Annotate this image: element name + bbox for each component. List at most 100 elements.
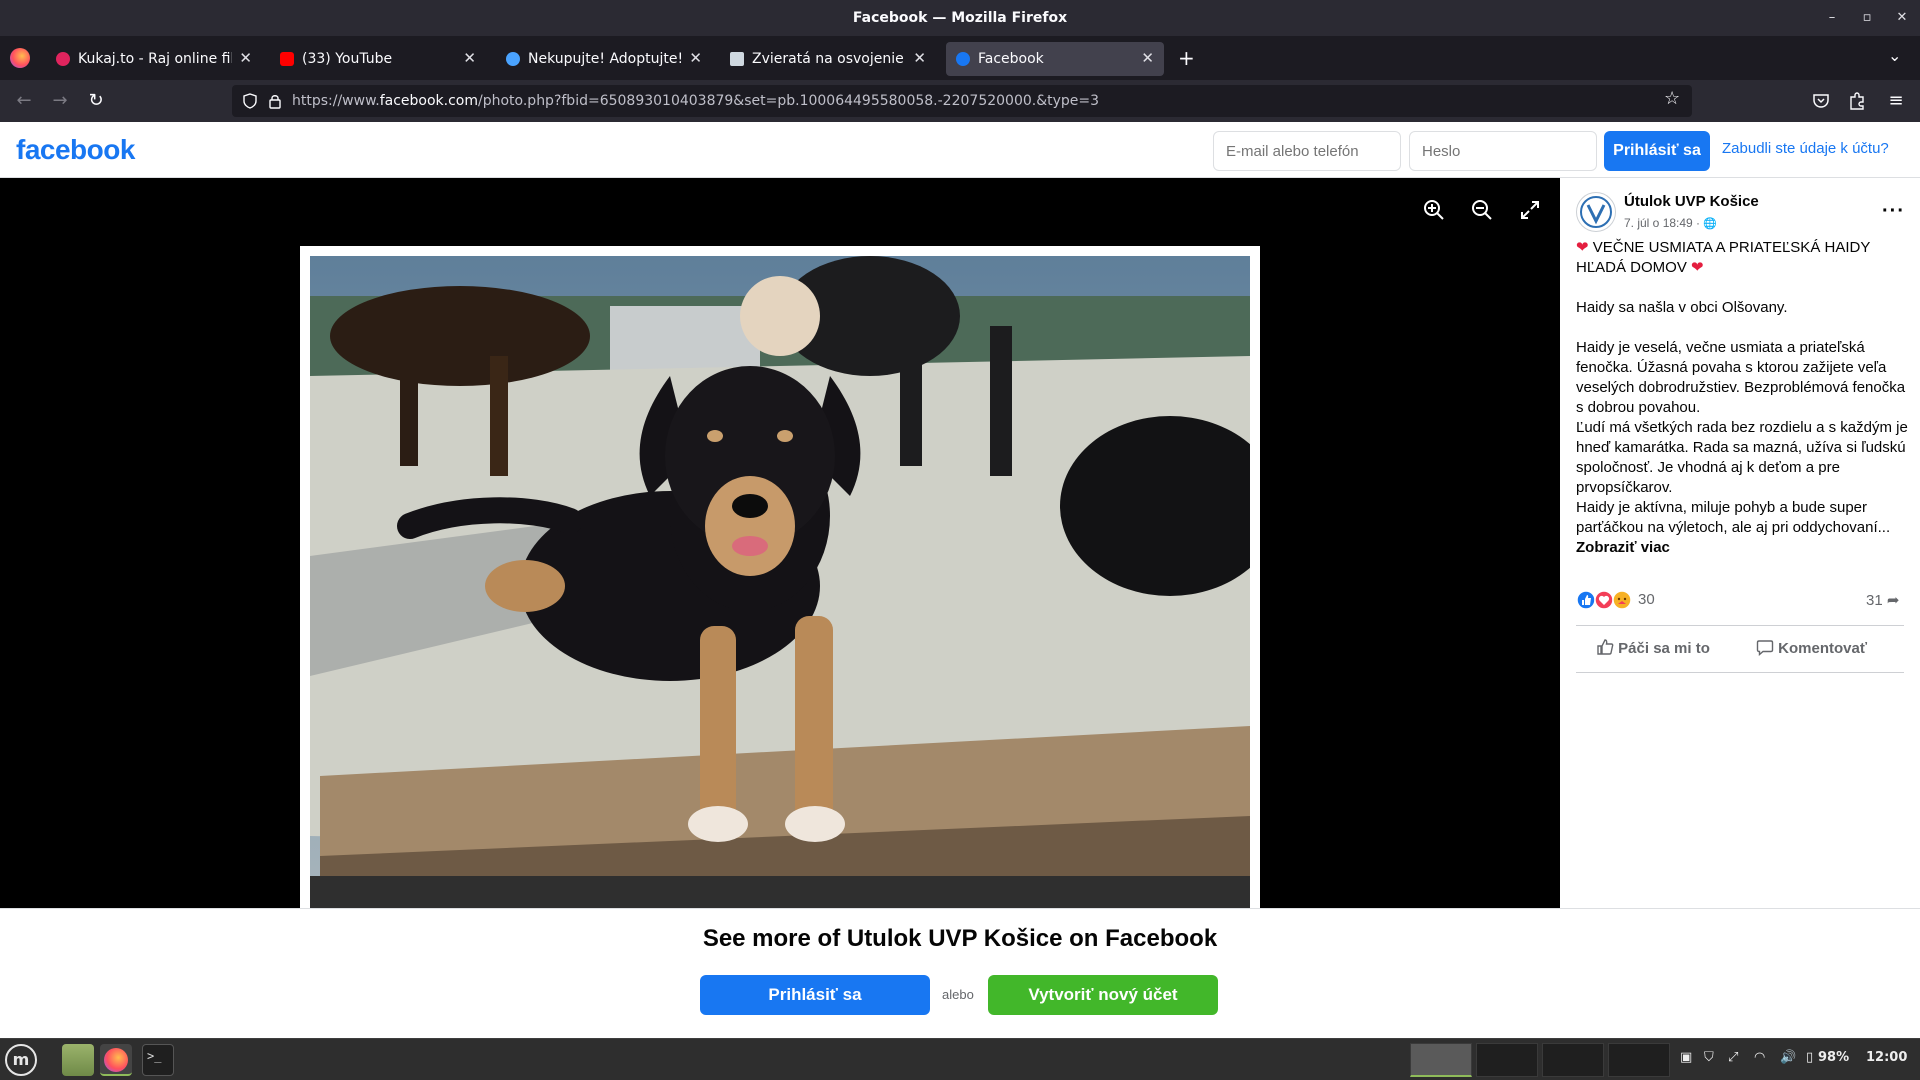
like-button[interactable]: Páči sa mi to bbox=[1596, 638, 1710, 657]
post-paragraph: Haidy je veselá, večne usmiata a priateľ… bbox=[1576, 339, 1906, 416]
show-more-link[interactable]: Zobraziť viac bbox=[1576, 538, 1910, 558]
tab-strip: Kukaj.to - Raj online filmov a seriálov … bbox=[0, 36, 1920, 80]
shield-tray-icon[interactable]: ⛉ bbox=[1704, 1050, 1714, 1065]
photo-viewer bbox=[0, 178, 1560, 908]
battery-percent[interactable]: 98% bbox=[1818, 1050, 1849, 1065]
page-name[interactable]: Útulok UVP Košice bbox=[1624, 193, 1759, 210]
firefox-menu-icon[interactable] bbox=[10, 48, 30, 68]
url-bar[interactable]: https://www.facebook.com/photo.php?fbid=… bbox=[232, 85, 1692, 117]
banner-login-button[interactable]: Prihlásiť sa bbox=[700, 975, 930, 1015]
battery-icon[interactable]: ▯ bbox=[1806, 1050, 1813, 1065]
comment-button[interactable]: Komentovať bbox=[1756, 638, 1867, 657]
clipboard-tray-icon[interactable]: ▣ bbox=[1680, 1050, 1692, 1065]
post-date[interactable]: 7. júl o 18:49 · 🌐 bbox=[1624, 216, 1717, 230]
facebook-header: facebook Prihlásiť sa Zabudli ste údaje … bbox=[0, 122, 1920, 178]
back-icon[interactable]: ← bbox=[12, 89, 36, 113]
tab-youtube[interactable]: (33) YouTube ✕ bbox=[270, 42, 486, 76]
tab-label: Facebook bbox=[978, 51, 1044, 67]
tab-zvierata[interactable]: Zvieratá na osvojenie ✕ bbox=[720, 42, 936, 76]
file-manager-icon[interactable] bbox=[62, 1044, 94, 1076]
reload-icon[interactable]: ↻ bbox=[84, 89, 108, 113]
dog-photo[interactable] bbox=[310, 256, 1250, 908]
reaction-icons[interactable] bbox=[1576, 590, 1636, 610]
maximize-icon[interactable]: ▫ bbox=[1857, 8, 1877, 28]
tab-kukaj[interactable]: Kukaj.to - Raj online filmov a seriálov … bbox=[46, 42, 262, 76]
share-count[interactable]: 31 ➦ bbox=[1866, 591, 1899, 609]
os-taskbar: m >_ ▣ ⛉ ⤢ ◠ 🔊 ▯ 98% 12:00 bbox=[0, 1038, 1920, 1080]
bookmark-star-icon[interactable]: ☆ bbox=[1664, 88, 1680, 109]
tab-facebook[interactable]: Facebook ✕ bbox=[946, 42, 1164, 76]
close-tab-icon[interactable]: ✕ bbox=[913, 49, 926, 67]
heart-icon: ❤ bbox=[1576, 239, 1589, 256]
tab-label: Zvieratá na osvojenie bbox=[752, 51, 904, 67]
workspace-3[interactable] bbox=[1542, 1043, 1604, 1077]
globe-icon: 🌐 bbox=[1703, 218, 1718, 230]
tab-nekupujte[interactable]: Nekupujte! Adoptujte! – Psí útulok ✕ bbox=[496, 42, 712, 76]
post-text: ❤ VEČNE USMIATA A PRIATEĽSKÁ HAIDY HĽADÁ… bbox=[1576, 238, 1910, 558]
list-tabs-chevron-icon[interactable]: ⌄ bbox=[1888, 46, 1901, 65]
update-manager-icon[interactable]: ⤢ bbox=[1728, 1050, 1738, 1065]
email-field[interactable] bbox=[1213, 131, 1401, 171]
hamburger-menu-icon[interactable]: ≡ bbox=[1884, 89, 1908, 113]
share-count-text: 31 bbox=[1866, 592, 1883, 609]
uvp-logo-icon bbox=[1580, 196, 1612, 228]
post-paragraph: Haidy je aktívna, miluje pohyb a bude su… bbox=[1576, 499, 1891, 536]
workspace-4[interactable] bbox=[1608, 1043, 1670, 1077]
window-titlebar: Facebook — Mozilla Firefox – ▫ ✕ bbox=[0, 0, 1920, 36]
shield-icon[interactable] bbox=[242, 93, 258, 109]
post-paragraph: Ľudí má všetkých rada bez rozdielu a s k… bbox=[1576, 419, 1908, 496]
volume-icon[interactable]: 🔊 bbox=[1780, 1050, 1796, 1065]
forward-icon[interactable]: → bbox=[48, 89, 72, 113]
like-label: Páči sa mi to bbox=[1618, 640, 1710, 657]
close-tab-icon[interactable]: ✕ bbox=[239, 49, 252, 67]
comment-icon bbox=[1756, 640, 1774, 657]
kukaj-favicon-icon bbox=[56, 52, 70, 66]
comment-label: Komentovať bbox=[1778, 640, 1868, 657]
close-tab-icon[interactable]: ✕ bbox=[689, 49, 702, 67]
banner-title: See more of Utulok UVP Košice on Faceboo… bbox=[702, 925, 1218, 952]
lock-icon[interactable] bbox=[268, 93, 282, 109]
tab-label: (33) YouTube bbox=[302, 51, 393, 67]
nekupujte-favicon-icon bbox=[506, 52, 520, 66]
zoom-out-icon[interactable] bbox=[1470, 198, 1494, 222]
post-panel: Útulok UVP Košice 7. júl o 18:49 · 🌐 ···… bbox=[1560, 178, 1920, 908]
mint-menu-icon[interactable]: m bbox=[5, 1044, 37, 1076]
network-icon[interactable]: ◠ bbox=[1754, 1050, 1765, 1065]
firefox-taskbar-icon[interactable] bbox=[100, 1044, 132, 1076]
password-field[interactable] bbox=[1409, 131, 1597, 171]
page-avatar[interactable] bbox=[1576, 192, 1616, 232]
close-window-icon[interactable]: ✕ bbox=[1892, 8, 1912, 28]
heart-icon: ❤ bbox=[1691, 259, 1704, 276]
login-button[interactable]: Prihlásiť sa bbox=[1604, 131, 1710, 171]
clock[interactable]: 12:00 bbox=[1866, 1050, 1907, 1065]
workspace-2[interactable] bbox=[1476, 1043, 1538, 1077]
pocket-icon[interactable] bbox=[1812, 92, 1830, 110]
post-date-text: 7. júl o 18:49 · bbox=[1624, 216, 1701, 230]
forgot-account-link[interactable]: Zabudli ste údaje k účtu? bbox=[1722, 140, 1889, 157]
terminal-icon[interactable]: >_ bbox=[142, 1044, 174, 1076]
photo-frame bbox=[300, 246, 1260, 908]
youtube-favicon-icon bbox=[280, 52, 294, 66]
zoom-in-icon[interactable] bbox=[1422, 198, 1446, 222]
new-tab-icon[interactable]: + bbox=[1178, 46, 1195, 70]
close-tab-icon[interactable]: ✕ bbox=[1141, 49, 1154, 67]
workspace-1[interactable] bbox=[1410, 1043, 1472, 1077]
fullscreen-icon[interactable] bbox=[1518, 198, 1542, 222]
more-options-icon[interactable]: ··· bbox=[1882, 200, 1905, 223]
post-paragraph: Haidy sa našla v obci Olšovany. bbox=[1576, 299, 1788, 316]
share-icon: ➦ bbox=[1886, 592, 1900, 609]
facebook-logo[interactable]: facebook bbox=[16, 134, 135, 166]
create-account-button[interactable]: Vytvoriť nový účet bbox=[988, 975, 1218, 1015]
minimize-icon[interactable]: – bbox=[1822, 8, 1842, 28]
reactions-icon-group bbox=[1576, 590, 1632, 610]
window-title: Facebook — Mozilla Firefox bbox=[852, 10, 1068, 26]
dog-photo-illustration bbox=[310, 256, 1250, 908]
post-actions: Páči sa mi to Komentovať bbox=[1576, 625, 1904, 673]
tab-label: Nekupujte! Adoptujte! – Psí útulok bbox=[528, 51, 682, 67]
thumbs-up-icon bbox=[1597, 639, 1614, 655]
extensions-puzzle-icon[interactable] bbox=[1848, 91, 1866, 111]
url-text: https://www.facebook.com/photo.php?fbid=… bbox=[292, 93, 1100, 109]
care-reaction-icon bbox=[1612, 590, 1632, 610]
reaction-count[interactable]: 30 bbox=[1638, 591, 1655, 608]
close-tab-icon[interactable]: ✕ bbox=[463, 49, 476, 67]
